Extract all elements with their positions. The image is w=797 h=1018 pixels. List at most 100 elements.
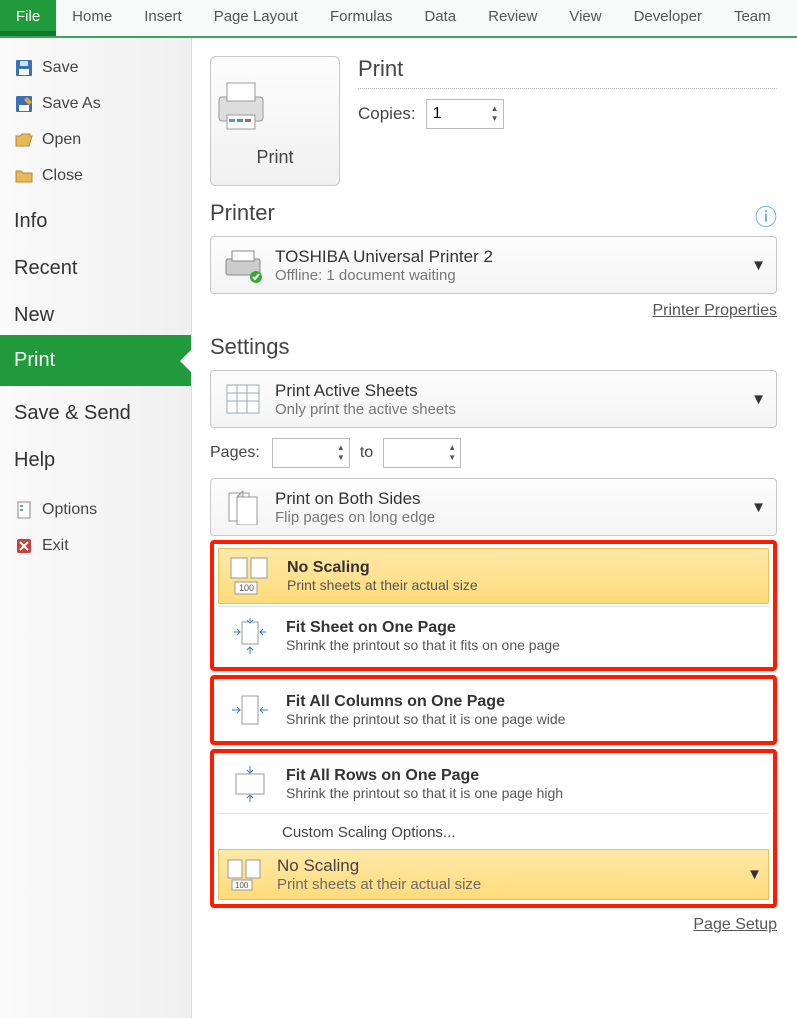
duplex-title: Print on Both Sides	[275, 489, 435, 509]
ribbon-tab-insert[interactable]: Insert	[128, 0, 198, 36]
spin-up-icon[interactable]: ▲	[333, 443, 349, 453]
ribbon-tab-review[interactable]: Review	[472, 0, 553, 36]
pages-from-spinner[interactable]: ▲▼	[272, 438, 350, 468]
spin-up-icon[interactable]: ▲	[487, 104, 503, 114]
scaling-current-title: No Scaling	[277, 856, 481, 876]
backstage-sidebar: Save Save As Open Close Info Recent New …	[0, 38, 192, 1018]
pages-label: Pages:	[210, 444, 260, 462]
ribbon-tab-data[interactable]: Data	[408, 0, 472, 36]
scaling-current-desc: Print sheets at their actual size	[277, 876, 481, 893]
info-icon[interactable]: ⓘ	[755, 200, 777, 232]
scaling-group-highlight-3: Fit All Rows on One Page Shrink the prin…	[210, 749, 777, 908]
ribbon-tab-team[interactable]: Team	[718, 0, 787, 36]
print-backstage-main: Print Print Copies: ▲▼ Printer ⓘ	[192, 38, 797, 1018]
svg-text:100: 100	[235, 881, 249, 890]
printer-icon	[221, 245, 265, 285]
scaling-option-fit-sheet[interactable]: Fit Sheet on One Page Shrink the printou…	[218, 609, 769, 663]
sheets-icon	[221, 379, 265, 419]
sidebar-item-label: Exit	[42, 537, 69, 555]
printer-large-icon	[211, 77, 339, 133]
sidebar-item-save-as[interactable]: Save As	[0, 86, 191, 122]
sidebar-section-recent[interactable]: Recent	[0, 241, 191, 288]
scaling-option-fit-columns[interactable]: Fit All Columns on One Page Shrink the p…	[218, 683, 769, 737]
no-scaling-icon: 100	[225, 555, 277, 597]
spin-down-icon[interactable]: ▼	[487, 114, 503, 124]
sidebar-item-label: Save As	[42, 95, 101, 113]
print-what-desc: Only print the active sheets	[275, 401, 456, 418]
copies-spinner[interactable]: ▲▼	[426, 99, 504, 129]
ribbon-tab-view[interactable]: View	[553, 0, 617, 36]
chevron-down-icon: ▼	[747, 866, 762, 883]
scaling-group-highlight-1: 100 No Scaling Print sheets at their act…	[210, 540, 777, 671]
folder-open-icon	[14, 130, 34, 150]
sidebar-section-save-send[interactable]: Save & Send	[0, 386, 191, 433]
sidebar-item-label: Close	[42, 167, 83, 185]
duplex-selector[interactable]: Print on Both Sides Flip pages on long e…	[210, 478, 777, 536]
duplex-desc: Flip pages on long edge	[275, 509, 435, 526]
exit-icon	[14, 536, 34, 556]
sidebar-item-close[interactable]: Close	[0, 158, 191, 194]
scaling-option-title: Fit All Rows on One Page	[286, 767, 563, 785]
sidebar-item-label: Options	[42, 501, 97, 519]
sidebar-section-info[interactable]: Info	[0, 194, 191, 241]
sidebar-item-label: Open	[42, 131, 81, 149]
sidebar-section-help[interactable]: Help	[0, 433, 191, 480]
folder-icon	[14, 166, 34, 186]
print-button[interactable]: Print	[210, 56, 340, 186]
spin-down-icon[interactable]: ▼	[333, 453, 349, 463]
scaling-option-desc: Print sheets at their actual size	[287, 577, 478, 593]
scaling-option-desc: Shrink the printout so that it is one pa…	[286, 711, 565, 727]
pages-to-input[interactable]	[384, 440, 444, 466]
fit-sheet-icon	[224, 615, 276, 657]
print-what-title: Print Active Sheets	[275, 381, 456, 401]
scaling-option-title: Fit Sheet on One Page	[286, 619, 560, 637]
pages-to-spinner[interactable]: ▲▼	[383, 438, 461, 468]
sidebar-item-exit[interactable]: Exit	[0, 528, 191, 564]
printer-heading: Printer ⓘ	[210, 200, 777, 226]
print-what-selector[interactable]: Print Active Sheets Only print the activ…	[210, 370, 777, 428]
scaling-selector[interactable]: 100 No Scaling Print sheets at their act…	[218, 849, 769, 900]
custom-scaling-options[interactable]: Custom Scaling Options...	[218, 824, 769, 841]
page-setup-link[interactable]: Page Setup	[693, 916, 777, 933]
printer-selector[interactable]: TOSHIBA Universal Printer 2 Offline: 1 d…	[210, 236, 777, 294]
fit-columns-icon	[224, 689, 276, 731]
floppy-pencil-icon	[14, 94, 34, 114]
print-button-label: Print	[211, 147, 339, 168]
chevron-down-icon: ▼	[751, 499, 766, 516]
copies-input[interactable]	[427, 101, 487, 127]
sidebar-item-save[interactable]: Save	[0, 50, 191, 86]
settings-heading: Settings	[210, 334, 777, 360]
ribbon: File Home Insert Page Layout Formulas Da…	[0, 0, 797, 38]
print-heading: Print	[358, 56, 777, 89]
scaling-group-highlight-2: Fit All Columns on One Page Shrink the p…	[210, 675, 777, 745]
sidebar-item-options[interactable]: Options	[0, 492, 191, 528]
floppy-icon	[14, 58, 34, 78]
sidebar-item-open[interactable]: Open	[0, 122, 191, 158]
ribbon-tab-file[interactable]: File	[0, 0, 56, 36]
scaling-option-desc: Shrink the printout so that it is one pa…	[286, 785, 563, 801]
spin-down-icon[interactable]: ▼	[444, 453, 460, 463]
chevron-down-icon: ▼	[751, 257, 766, 274]
scaling-option-no-scaling[interactable]: 100 No Scaling Print sheets at their act…	[218, 548, 769, 604]
sidebar-item-label: Save	[42, 59, 78, 77]
ribbon-tab-home[interactable]: Home	[56, 0, 128, 36]
scaling-option-desc: Shrink the printout so that it fits on o…	[286, 637, 560, 653]
pages-to-label: to	[360, 444, 373, 462]
pages-from-input[interactable]	[273, 440, 333, 466]
sidebar-section-print[interactable]: Print	[0, 335, 191, 386]
no-scaling-icon: 100	[225, 857, 269, 893]
scaling-option-title: Fit All Columns on One Page	[286, 693, 565, 711]
spin-up-icon[interactable]: ▲	[444, 443, 460, 453]
printer-status: Offline: 1 document waiting	[275, 267, 493, 284]
scaling-option-fit-rows[interactable]: Fit All Rows on One Page Shrink the prin…	[218, 757, 769, 811]
printer-properties-link[interactable]: Printer Properties	[653, 302, 778, 319]
ribbon-tab-page-layout[interactable]: Page Layout	[198, 0, 314, 36]
sidebar-section-new[interactable]: New	[0, 288, 191, 335]
svg-text:100: 100	[239, 583, 254, 593]
printer-name: TOSHIBA Universal Printer 2	[275, 247, 493, 267]
ribbon-tab-formulas[interactable]: Formulas	[314, 0, 409, 36]
duplex-icon	[221, 487, 265, 527]
ribbon-tab-developer[interactable]: Developer	[618, 0, 718, 36]
options-icon	[14, 500, 34, 520]
chevron-down-icon: ▼	[751, 391, 766, 408]
